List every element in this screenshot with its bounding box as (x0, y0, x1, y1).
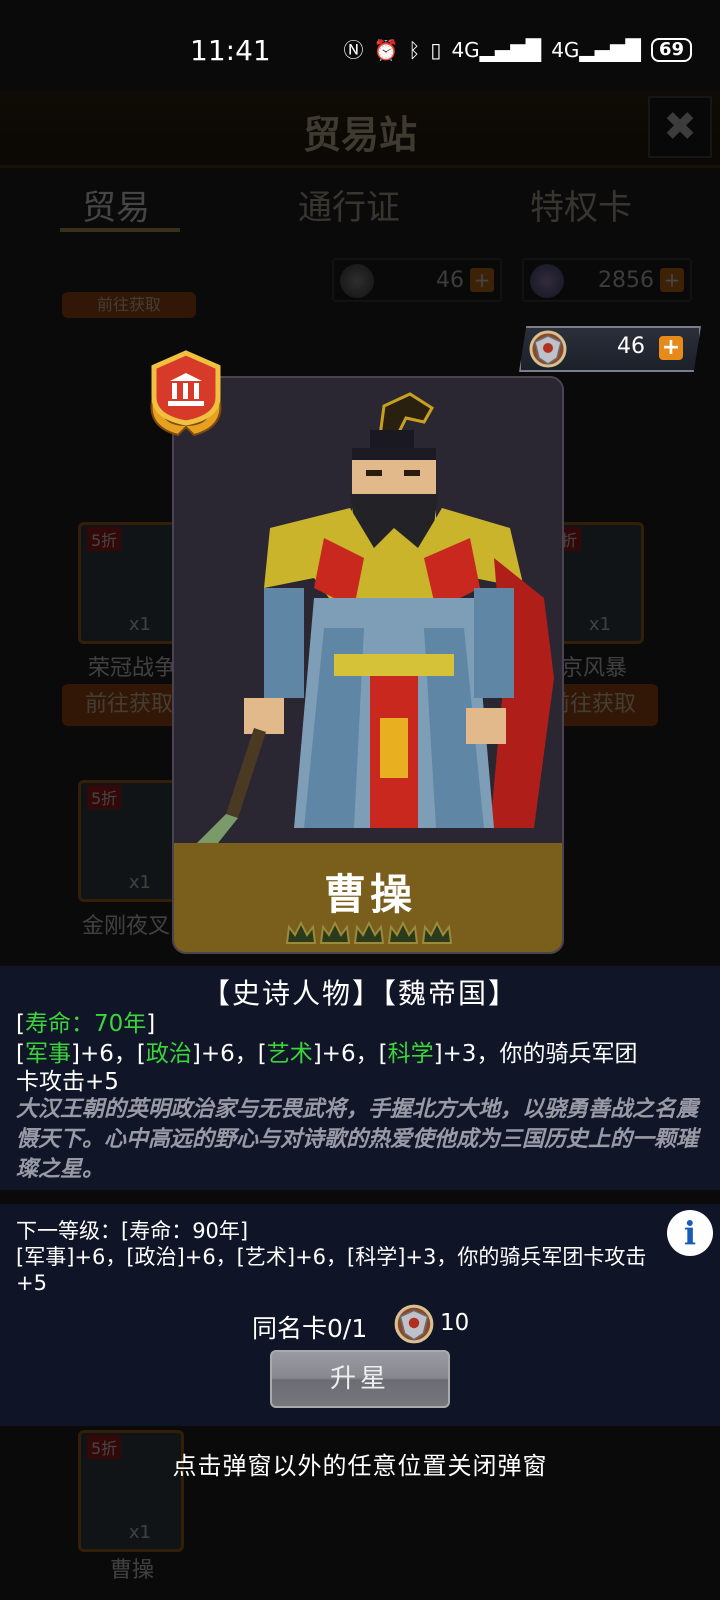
next-level-stats-2: +5 (16, 1271, 47, 1295)
bracket-close: ] (146, 1011, 156, 1037)
stats-line-2: 卡攻击+5 (16, 1069, 119, 1095)
status-time: 11:41 (190, 34, 271, 67)
info-icon: i (683, 1214, 697, 1252)
crown-icon (319, 920, 351, 944)
stats-line: [军事]+6，[政治]+6，[艺术]+6，[科学]+3，你的骑兵军团 (16, 1041, 638, 1067)
status-icons: Ⓝ ⏰ ᛒ ▯ 4G▂▄▆█ 4G▂▄▆█ 69 (344, 38, 692, 62)
stat-military: 军事 (24, 1041, 71, 1067)
bluetooth-icon: ᛒ (408, 38, 421, 62)
lifespan-value: 寿命：70年 (24, 1011, 147, 1037)
crown-icon (353, 920, 385, 944)
character-description: 大汉王朝的英明政治家与无畏武将，手握北方大地，以骁勇善战之名震慑天下。心中高远的… (16, 1097, 699, 1182)
crown-icon (387, 920, 419, 944)
signal-4g-icon: 4G▂▄▆█ (451, 38, 542, 62)
crown-icon (421, 920, 453, 944)
status-bar: 11:41 Ⓝ ⏰ ᛒ ▯ 4G▂▄▆█ 4G▂▄▆█ 69 (0, 0, 720, 90)
add-emblem-button[interactable]: + (659, 336, 683, 360)
stat-art: 艺术 (266, 1041, 313, 1067)
stat-science: 科学 (387, 1041, 434, 1067)
character-name: 曹操 (323, 870, 416, 919)
upgrade-star-button[interactable]: 升星 (270, 1350, 450, 1408)
eagle-emblem-icon (394, 1304, 434, 1344)
upgrade-cost: 10 (440, 1310, 470, 1336)
close-hint: 点击弹窗以外的任意位置关闭弹窗 (172, 1452, 548, 1480)
emblem-currency-value: 46 (617, 334, 645, 359)
crown-icon (285, 920, 317, 944)
next-level-lifespan: 下一等级：[寿命：90年] (16, 1219, 249, 1243)
battery-indicator: 69 (650, 38, 692, 62)
screen: 11:41 Ⓝ ⏰ ᛒ ▯ 4G▂▄▆█ 4G▂▄▆█ 69 贸易站 ✖ 贸易 … (0, 0, 720, 1600)
alarm-icon: ⏰ (373, 38, 399, 62)
stat-politics: 政治 (145, 1041, 192, 1067)
vibrate-icon: ▯ (430, 38, 442, 62)
info-button[interactable]: i (667, 1210, 713, 1256)
star-rating (285, 915, 455, 949)
stats-line-tail: ]+3，你的骑兵军团 (433, 1041, 638, 1067)
character-portrait (174, 378, 562, 848)
signal-4g-icon: 4G▂▄▆█ (551, 38, 641, 62)
card-name-bar: 曹操 (174, 843, 562, 952)
emblem-currency-chip-content: 46 + (519, 326, 701, 372)
character-card: 曹操 (172, 376, 564, 954)
card-tags: 【史诗人物】【魏帝国】 (201, 977, 518, 1010)
duplicate-card-count: 同名卡0/1 (252, 1314, 368, 1343)
bracket-open: [ (16, 1011, 25, 1037)
lifespan-line: [寿命：70年] (16, 1010, 155, 1038)
nfc-icon: Ⓝ (343, 38, 364, 62)
rarity-badge-icon (150, 350, 222, 437)
next-level-stats: [军事]+6，[政治]+6，[艺术]+6，[科学]+3，你的骑兵军团卡攻击 (16, 1245, 647, 1269)
eagle-emblem-icon (529, 330, 567, 368)
